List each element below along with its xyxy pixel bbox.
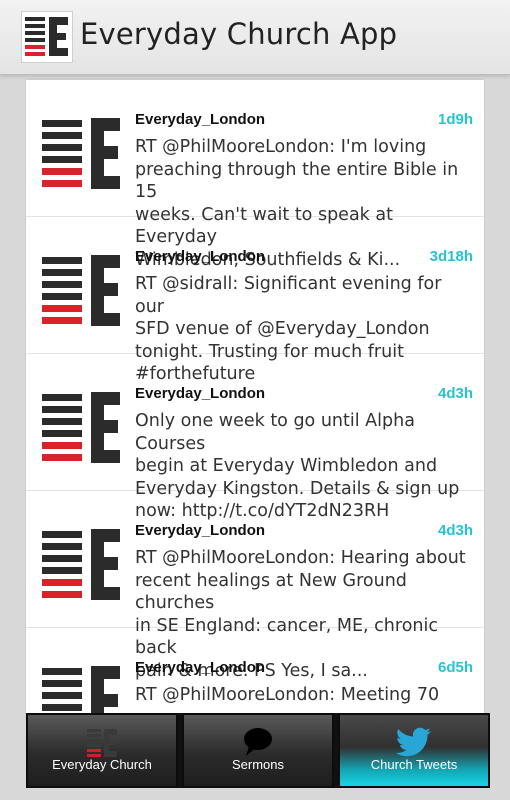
- tweet-text-line: RT @PhilMooreLondon: Meeting 70: [135, 685, 440, 705]
- tweet-item[interactable]: Everyday_London 6d5h RT @PhilMooreLondon: …: [26, 628, 484, 720]
- tweet-list[interactable]: Everyday_London 1d9h RT @PhilMooreLondon: …: [26, 80, 484, 720]
- tab-everyday-church[interactable]: Everyday Church: [26, 713, 178, 788]
- tweet-text: RT @PhilMooreLondon: Meeting 70: [135, 684, 475, 707]
- tweet-time: 4d3h: [437, 522, 473, 539]
- tweet-item[interactable]: Everyday_London 1d9h RT @PhilMooreLondon: …: [26, 80, 484, 270]
- tweet-time: 4d3h: [437, 385, 473, 402]
- tab-label: Sermons: [231, 757, 285, 772]
- tweet-username: Everyday_London: [135, 659, 266, 676]
- tweet-item[interactable]: Everyday_London 4d3h RT @PhilMooreLondon: …: [26, 491, 484, 681]
- app-title: Everyday Church App: [80, 17, 398, 51]
- tweet-text-line: RT @PhilMooreLondon: Hearing about: [135, 548, 466, 568]
- tweet-item[interactable]: Everyday_London 4d3h Only one week to go u…: [26, 354, 484, 521]
- tweet-username: Everyday_London: [135, 522, 266, 539]
- tab-sermons[interactable]: Sermons: [182, 713, 334, 788]
- tweet-text-line: Only one week to go until Alpha Courses: [135, 411, 415, 454]
- everyday-logo-icon: [42, 529, 122, 604]
- tweet-text-line: RT @sidrall: Significant evening for our: [135, 274, 442, 317]
- tweet-text-line: begin at Everyday Wimbledon and: [135, 456, 438, 477]
- tweet-item[interactable]: Everyday_London 3d18h RT @sidrall: Signifi…: [26, 217, 484, 384]
- tweet-text-line: SFD venue of @Everyday_London: [135, 319, 430, 340]
- tab-church-tweets[interactable]: Church Tweets: [338, 713, 490, 788]
- tab-label: Everyday Church: [52, 757, 152, 772]
- everyday-logo-icon: [42, 118, 122, 193]
- everyday-logo-icon: [42, 255, 122, 330]
- bottom-tab-bar: Everyday Church Sermons Church Tweets: [26, 713, 490, 788]
- everyday-logo-icon: [42, 666, 122, 720]
- tweet-time: 3d18h: [429, 248, 473, 265]
- tweet-username: Everyday_London: [135, 385, 266, 402]
- tweet-username: Everyday_London: [135, 111, 266, 128]
- tweet-text-line: preaching through the entire Bible in 15: [135, 159, 459, 203]
- everyday-logo-icon: [42, 392, 122, 467]
- tab-label: Church Tweets: [370, 757, 458, 772]
- tweet-time: 1d9h: [437, 111, 473, 128]
- tweet-time: 6d5h: [437, 659, 473, 676]
- tweet-text-line: recent healings at New Ground churches: [135, 570, 407, 614]
- app-logo-icon[interactable]: [21, 11, 73, 63]
- tweet-username: Everyday_London: [135, 248, 266, 265]
- tweet-text-line: RT @PhilMooreLondon: I'm loving: [135, 137, 427, 157]
- action-bar: Everyday Church App: [0, 0, 510, 75]
